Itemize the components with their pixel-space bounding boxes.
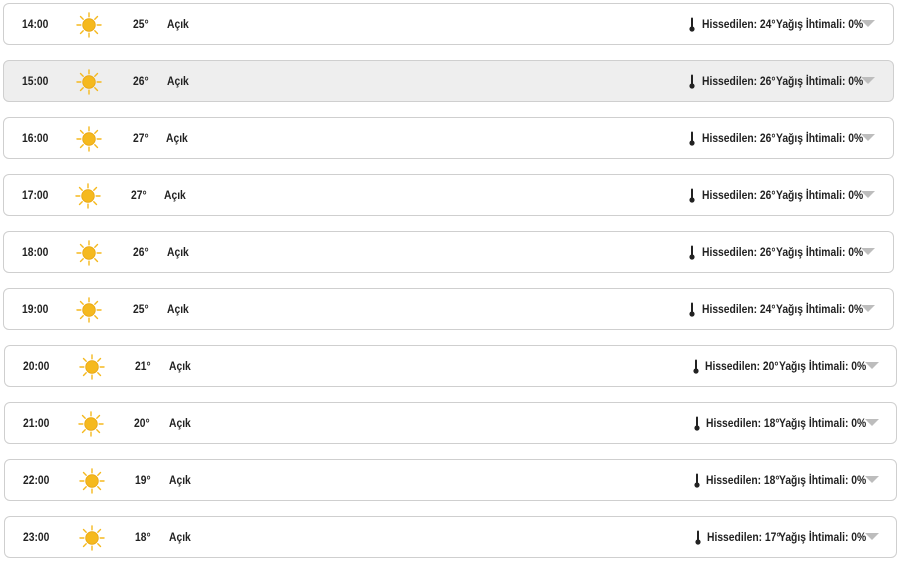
hourly-row[interactable]: 18:00 26° Açık Hissedilen: 26° Yağış İht… <box>3 231 894 273</box>
thermometer-icon <box>689 131 695 146</box>
hour-time: 20:00 <box>23 359 50 373</box>
thermometer-icon <box>693 359 699 374</box>
sun-icon <box>79 468 105 494</box>
feels-like: Hissedilen: 18° <box>706 473 780 487</box>
condition: Açık <box>167 17 189 31</box>
feels-like: Hissedilen: 20° <box>705 359 779 373</box>
feels-like: Hissedilen: 24° <box>702 17 776 31</box>
sun-icon <box>76 297 102 323</box>
rain-chance: Yağış İhtimali: 0% <box>776 302 864 316</box>
feels-like: Hissedilen: 24° <box>702 302 776 316</box>
chevron-down-icon[interactable] <box>864 460 880 500</box>
temperature: 25° <box>133 17 149 31</box>
hour-time: 14:00 <box>22 17 49 31</box>
thermometer-icon <box>689 74 695 89</box>
rain-chance: Yağış İhtimali: 0% <box>776 245 864 259</box>
temperature: 25° <box>133 302 149 316</box>
hourly-row[interactable]: 16:00 27° Açık Hissedilen: 26° Yağış İht… <box>3 117 894 159</box>
thermometer-icon <box>689 17 695 32</box>
thermometer-icon <box>694 416 700 431</box>
chevron-down-icon[interactable] <box>860 175 876 215</box>
condition: Açık <box>167 245 189 259</box>
sun-icon <box>76 12 102 38</box>
sun-icon <box>76 69 102 95</box>
sun-icon <box>79 354 105 380</box>
temperature: 19° <box>135 473 151 487</box>
rain-chance: Yağış İhtimali: 0% <box>779 530 867 544</box>
rain-chance: Yağış İhtimali: 0% <box>779 416 867 430</box>
thermometer-icon <box>689 302 695 317</box>
hour-time: 18:00 <box>22 245 49 259</box>
sun-icon <box>75 183 101 209</box>
condition: Açık <box>169 473 191 487</box>
feels-like: Hissedilen: 26° <box>702 245 776 259</box>
condition: Açık <box>166 131 188 145</box>
temperature: 26° <box>133 74 149 88</box>
thermometer-icon <box>689 188 695 203</box>
temperature: 26° <box>133 245 149 259</box>
feels-like: Hissedilen: 17° <box>707 530 781 544</box>
thermometer-icon <box>689 245 695 260</box>
condition: Açık <box>169 359 191 373</box>
chevron-down-icon[interactable] <box>860 118 876 158</box>
chevron-down-icon[interactable] <box>860 289 876 329</box>
condition: Açık <box>169 416 191 430</box>
thermometer-icon <box>695 530 701 545</box>
hourly-row[interactable]: 19:00 25° Açık Hissedilen: 24° Yağış İht… <box>3 288 894 330</box>
sun-icon <box>76 240 102 266</box>
feels-like: Hissedilen: 26° <box>702 131 776 145</box>
hourly-row[interactable]: 20:00 21° Açık Hissedilen: 20° Yağış İht… <box>4 345 897 387</box>
hourly-row[interactable]: 22:00 19° Açık Hissedilen: 18° Yağış İht… <box>4 459 897 501</box>
chevron-down-icon[interactable] <box>864 403 880 443</box>
rain-chance: Yağış İhtimali: 0% <box>776 74 864 88</box>
sun-icon <box>79 525 105 551</box>
hourly-row[interactable]: 14:00 25° Açık Hissedilen: 24° Yağış İht… <box>3 3 894 45</box>
temperature: 18° <box>135 530 151 544</box>
hourly-row[interactable]: 23:00 18° Açık Hissedilen: 17° Yağış İht… <box>4 516 897 558</box>
hour-time: 21:00 <box>23 416 50 430</box>
hour-time: 23:00 <box>23 530 50 544</box>
temperature: 27° <box>133 131 149 145</box>
hourly-row[interactable]: 15:00 26° Açık Hissedilen: 26° Yağış İht… <box>3 60 894 102</box>
rain-chance: Yağış İhtimali: 0% <box>776 188 864 202</box>
rain-chance: Yağış İhtimali: 0% <box>779 473 867 487</box>
condition: Açık <box>164 188 186 202</box>
hour-time: 16:00 <box>22 131 49 145</box>
temperature: 20° <box>134 416 150 430</box>
rain-chance: Yağış İhtimali: 0% <box>779 359 867 373</box>
sun-icon <box>76 126 102 152</box>
rain-chance: Yağış İhtimali: 0% <box>776 131 864 145</box>
hour-time: 15:00 <box>22 74 49 88</box>
rain-chance: Yağış İhtimali: 0% <box>776 17 864 31</box>
condition: Açık <box>169 530 191 544</box>
feels-like: Hissedilen: 26° <box>702 188 776 202</box>
hourly-row[interactable]: 17:00 27° Açık Hissedilen: 26° Yağış İht… <box>3 174 894 216</box>
hour-time: 19:00 <box>22 302 49 316</box>
hour-time: 22:00 <box>23 473 50 487</box>
hour-time: 17:00 <box>22 188 49 202</box>
chevron-down-icon[interactable] <box>860 61 876 101</box>
chevron-down-icon[interactable] <box>860 4 876 44</box>
temperature: 27° <box>131 188 147 202</box>
sun-icon <box>78 411 104 437</box>
chevron-down-icon[interactable] <box>860 232 876 272</box>
chevron-down-icon[interactable] <box>864 346 880 386</box>
chevron-down-icon[interactable] <box>864 517 880 557</box>
condition: Açık <box>167 74 189 88</box>
feels-like: Hissedilen: 18° <box>706 416 780 430</box>
feels-like: Hissedilen: 26° <box>702 74 776 88</box>
thermometer-icon <box>694 473 700 488</box>
hourly-row[interactable]: 21:00 20° Açık Hissedilen: 18° Yağış İht… <box>4 402 897 444</box>
temperature: 21° <box>135 359 151 373</box>
condition: Açık <box>167 302 189 316</box>
